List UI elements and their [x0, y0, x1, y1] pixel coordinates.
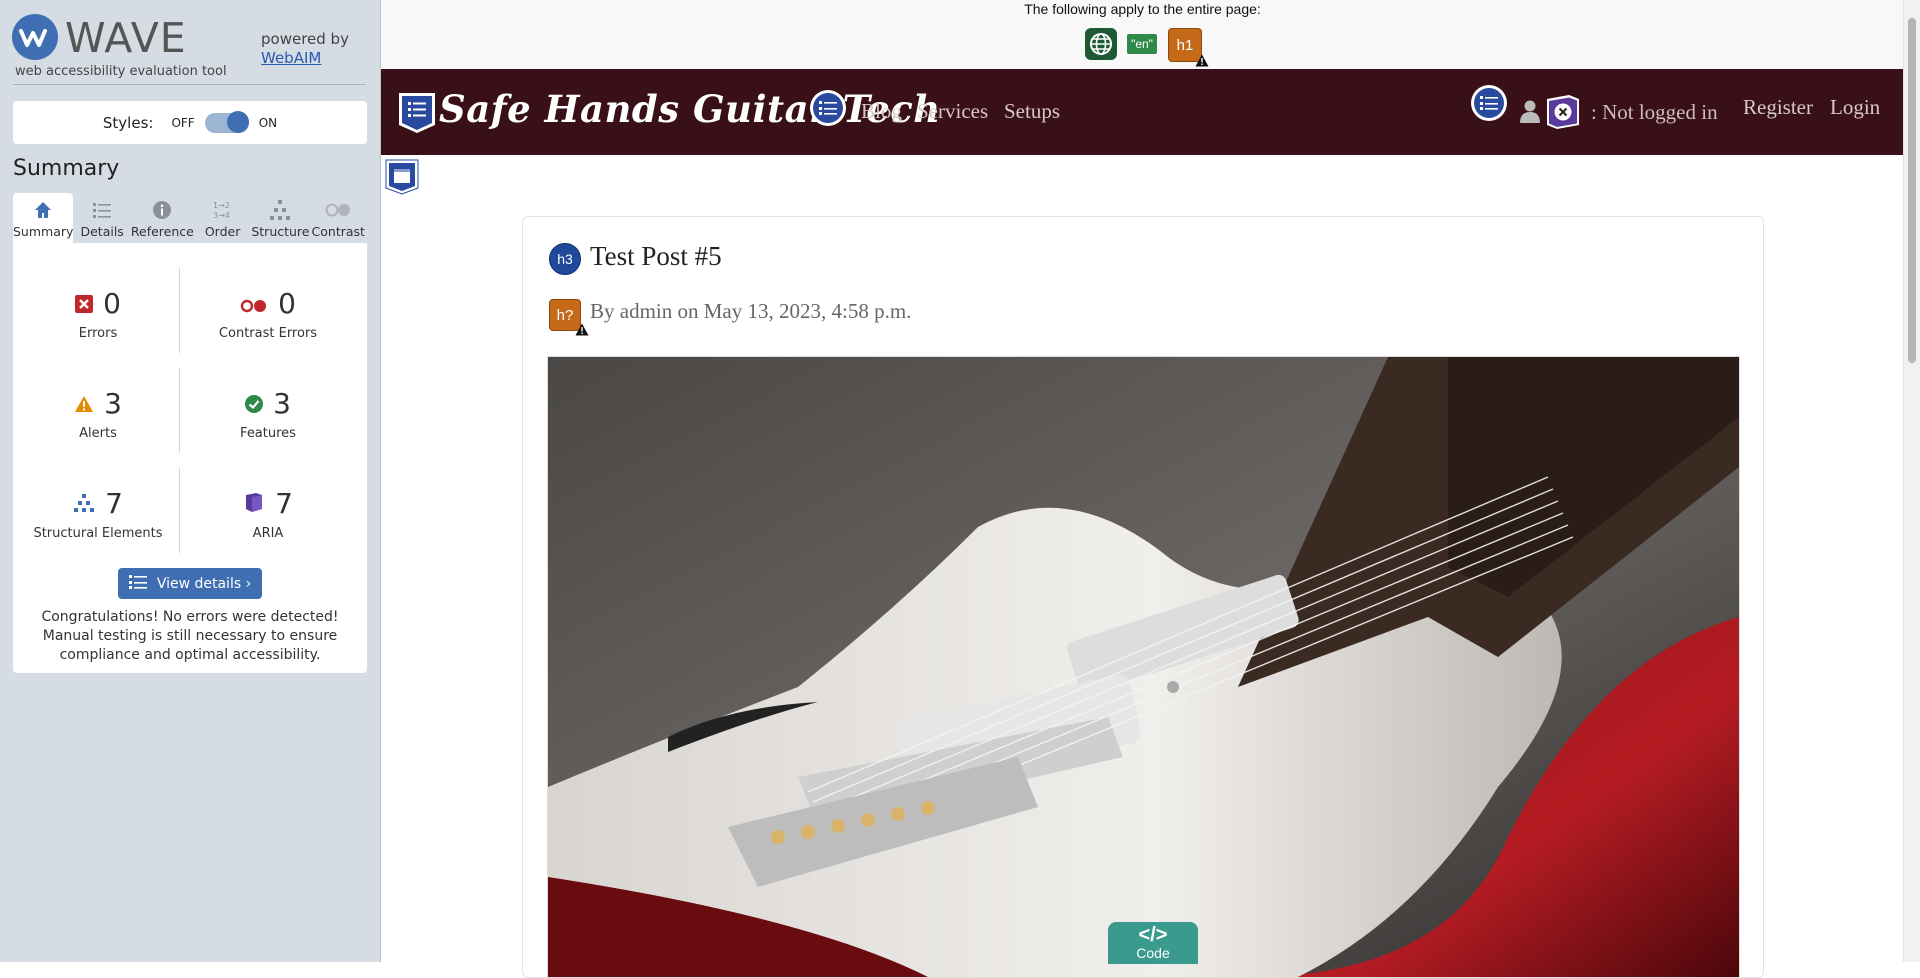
home-icon — [33, 198, 53, 222]
features-label: Features — [240, 426, 296, 441]
nav-setups-link[interactable]: Setups — [1004, 99, 1060, 124]
summary-heading: Summary — [13, 156, 120, 181]
nav-blog-link[interactable]: Blog — [861, 99, 902, 124]
contrast-errors-stat[interactable]: 0 Contrast Errors — [183, 287, 353, 341]
h1-alert-icon[interactable]: h1 — [1168, 28, 1209, 67]
features-count: 3 — [273, 387, 291, 420]
alert-icon — [74, 387, 94, 420]
divider — [13, 84, 366, 85]
contrast-icon — [325, 198, 351, 222]
tab-label: Summary — [13, 224, 74, 239]
contrast-errors-count: 0 — [278, 287, 296, 320]
tab-summary[interactable]: Summary — [13, 193, 74, 243]
aria-count: 7 — [275, 487, 293, 520]
h3-badge-icon[interactable]: h3 — [549, 243, 581, 275]
svg-text:3→4: 3→4 — [213, 211, 230, 220]
aria-hidden-icon[interactable] — [1543, 93, 1583, 136]
structure-icon — [269, 198, 291, 222]
not-logged-in-text: : Not logged in — [1591, 100, 1718, 124]
main-landmark-icon[interactable] — [385, 159, 419, 200]
page-content: The following apply to the entire page: … — [381, 0, 1904, 978]
alerts-stat[interactable]: 3 Alerts — [13, 387, 183, 441]
post-byline: By admin on May 13, 2023, 4:58 p.m. — [590, 299, 912, 323]
feature-check-icon — [245, 387, 264, 420]
lang-en-icon[interactable]: "en" — [1127, 34, 1157, 54]
alerts-count: 3 — [104, 387, 122, 420]
styles-off-label: OFF — [171, 115, 195, 130]
code-icon: </> — [1138, 924, 1168, 946]
styles-on-label: ON — [258, 115, 278, 130]
order-icon: 1→2 3→4 — [212, 198, 234, 222]
list-icon — [128, 574, 147, 594]
tab-order[interactable]: 1→2 3→4 Order — [194, 193, 251, 243]
page-level-icons-bar: The following apply to the entire page: … — [381, 0, 1904, 70]
login-link[interactable]: Login — [1830, 95, 1880, 120]
aria-label: ARIA — [252, 526, 284, 541]
list-icon — [92, 198, 112, 222]
h1-badge-text: h1 — [1176, 36, 1194, 54]
contrast-error-icon — [240, 287, 268, 320]
post-card: h3 Test Post #5 h? By admin on May 13, 2… — [522, 216, 1764, 978]
tab-label: Structure — [251, 224, 310, 239]
scrollbar-thumb[interactable] — [1908, 18, 1916, 363]
page-level-text: The following apply to the entire page: — [1024, 1, 1261, 17]
language-icon[interactable] — [1085, 28, 1117, 60]
svg-text:1→2: 1→2 — [213, 201, 230, 210]
alert-icon — [575, 323, 589, 336]
wave-title: WAVE — [65, 14, 187, 62]
features-stat[interactable]: 3 Features — [183, 387, 353, 441]
congratulations-message: Congratulations! No errors were detected… — [41, 609, 339, 663]
webaim-link[interactable]: WebAIM — [261, 49, 321, 67]
structural-stat[interactable]: 7 Structural Elements — [13, 487, 183, 541]
summary-panel: 0 Errors 0 Contrast Errors 3 Alerts 3 Fe… — [13, 243, 367, 673]
wave-subtitle: web accessibility evaluation tool — [15, 64, 227, 79]
wave-sidebar: WAVE web accessibility evaluation tool p… — [0, 0, 381, 962]
code-label: Code — [1136, 945, 1170, 961]
tab-details[interactable]: Details — [73, 193, 130, 243]
structure-icon — [73, 487, 95, 520]
tab-label: Details — [80, 224, 124, 239]
post-title: Test Post #5 — [590, 241, 722, 271]
nav-landmark-icon[interactable] — [397, 91, 437, 140]
nav-list-icon[interactable] — [1471, 85, 1507, 121]
user-icon — [1520, 99, 1540, 128]
error-icon — [75, 287, 94, 320]
tab-label: Reference — [130, 224, 194, 239]
aria-cube-icon — [243, 487, 265, 520]
wave-logo-icon — [12, 14, 58, 60]
aria-stat[interactable]: 7 ARIA — [183, 487, 353, 541]
powered-by: powered by WebAIM — [261, 30, 349, 68]
site-navbar: Safe Hands Guitar Tech Blog Services Set… — [381, 69, 1904, 155]
info-icon — [152, 198, 172, 222]
code-toggle-button[interactable]: </> Code — [1108, 922, 1198, 964]
tab-label: Order — [204, 224, 241, 239]
heading-alert-icon[interactable]: h? — [549, 299, 589, 336]
structural-count: 7 — [105, 487, 123, 520]
styles-toggle-box: Styles: OFF ON — [13, 101, 367, 144]
register-link[interactable]: Register — [1743, 95, 1813, 120]
styles-toggle[interactable] — [204, 110, 249, 133]
h2-badge-text: h? — [556, 306, 574, 324]
nav-list-icon[interactable] — [810, 90, 846, 126]
contrast-errors-label: Contrast Errors — [218, 326, 318, 341]
alert-icon — [1195, 54, 1209, 67]
errors-count: 0 — [103, 287, 121, 320]
toggle-knob — [226, 110, 249, 133]
vertical-scrollbar[interactable] — [1903, 0, 1920, 962]
tab-structure[interactable]: Structure — [251, 193, 310, 243]
structural-label: Structural Elements — [33, 526, 163, 541]
tab-reference[interactable]: Reference — [131, 193, 194, 243]
errors-stat[interactable]: 0 Errors — [13, 287, 183, 341]
view-details-button[interactable]: View details › — [118, 568, 262, 599]
tab-label: Contrast — [311, 224, 365, 239]
wave-tabs: Summary Details Reference 1→2 3→4 Order S… — [13, 193, 367, 243]
view-details-label: View details › — [156, 575, 252, 592]
nav-services-link[interactable]: Services — [917, 99, 988, 124]
powered-by-text: powered by — [261, 30, 349, 48]
styles-label: Styles: — [102, 113, 154, 132]
alerts-label: Alerts — [79, 426, 117, 441]
tab-contrast[interactable]: Contrast — [310, 193, 367, 243]
guitar-photo — [547, 356, 1740, 978]
errors-label: Errors — [78, 326, 118, 341]
